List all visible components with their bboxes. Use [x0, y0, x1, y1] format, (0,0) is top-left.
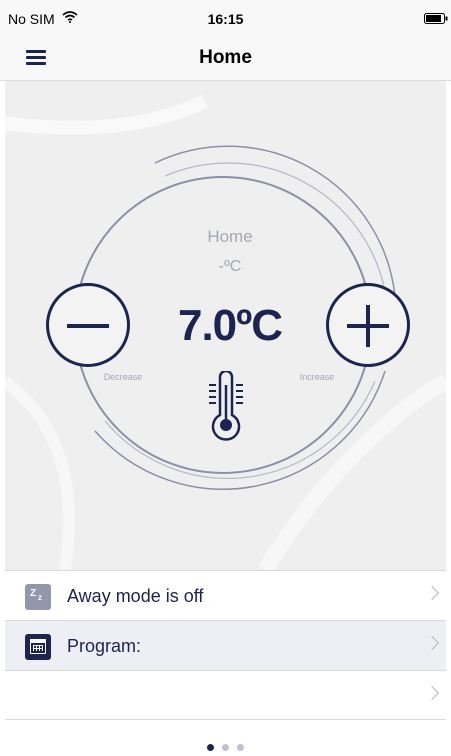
decrease-button[interactable] [46, 283, 130, 367]
settings-list: Zz Away mode is off Program: [5, 570, 446, 720]
decrease-label: Decrease [103, 372, 143, 382]
thermostat-panel: Home -ºC 7.0ºC Decrease Increase [5, 81, 446, 570]
page-dot-3[interactable] [237, 744, 245, 751]
navigation-bar: Home [0, 36, 451, 81]
current-temperature: -ºC [218, 258, 242, 275]
chevron-right-icon [424, 685, 440, 701]
minus-icon [67, 324, 109, 328]
room-name: Home [207, 227, 253, 246]
sleep-zz-icon: Zz [25, 584, 51, 610]
page-dot-1[interactable] [206, 744, 214, 751]
away-mode-row[interactable]: Zz Away mode is off [5, 570, 446, 620]
calendar-icon [25, 634, 51, 660]
status-time: 16:15 [207, 11, 244, 27]
empty-row[interactable] [5, 670, 446, 720]
chevron-right-icon [424, 635, 440, 651]
away-mode-label: Away mode is off [67, 586, 204, 606]
page-title: Home [199, 47, 252, 68]
divider [5, 719, 446, 720]
page-indicator[interactable] [0, 738, 451, 756]
program-row[interactable]: Program: [5, 620, 446, 670]
right-margin [446, 81, 451, 751]
page-dot-2[interactable] [222, 744, 229, 751]
increase-button[interactable] [326, 283, 410, 367]
chevron-right-icon [424, 585, 440, 601]
program-label: Program: [67, 636, 142, 656]
battery-icon [424, 13, 448, 24]
status-bar: No SIM 16:15 [0, 0, 451, 36]
setpoint-temperature: 7.0ºC [177, 301, 283, 350]
thermometer-icon [209, 371, 243, 441]
increase-label: Increase [299, 372, 335, 382]
